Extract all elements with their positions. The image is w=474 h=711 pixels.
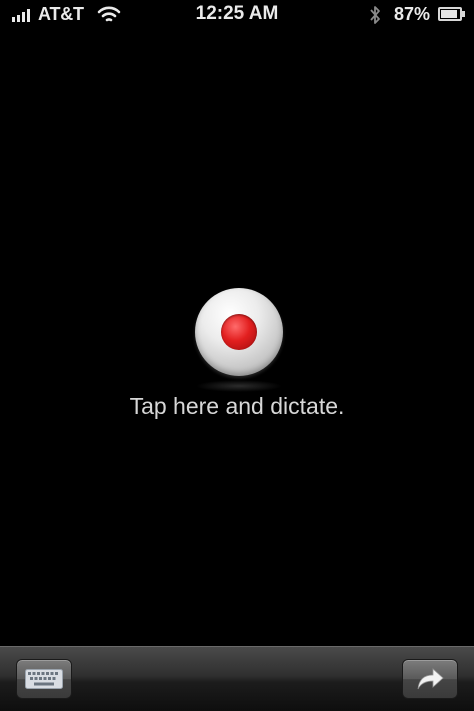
record-button-reflection xyxy=(196,380,282,392)
status-bar: AT&T 12:25 AM 87% xyxy=(0,0,474,30)
battery-fill xyxy=(441,10,457,18)
record-icon xyxy=(221,314,257,350)
battery-nub xyxy=(462,11,465,17)
dictate-prompt[interactable]: Tap here and dictate. xyxy=(0,393,474,420)
bluetooth-icon xyxy=(370,6,380,24)
keyboard-button[interactable] xyxy=(16,659,72,699)
battery-percent: 87% xyxy=(394,4,431,24)
dictation-area[interactable]: Tap here and dictate. xyxy=(0,30,474,646)
share-button[interactable] xyxy=(402,659,458,699)
keyboard-icon xyxy=(25,669,63,689)
battery-icon xyxy=(438,7,462,21)
share-arrow-icon xyxy=(417,668,444,690)
record-button[interactable] xyxy=(195,288,283,376)
bottom-toolbar xyxy=(0,646,474,711)
